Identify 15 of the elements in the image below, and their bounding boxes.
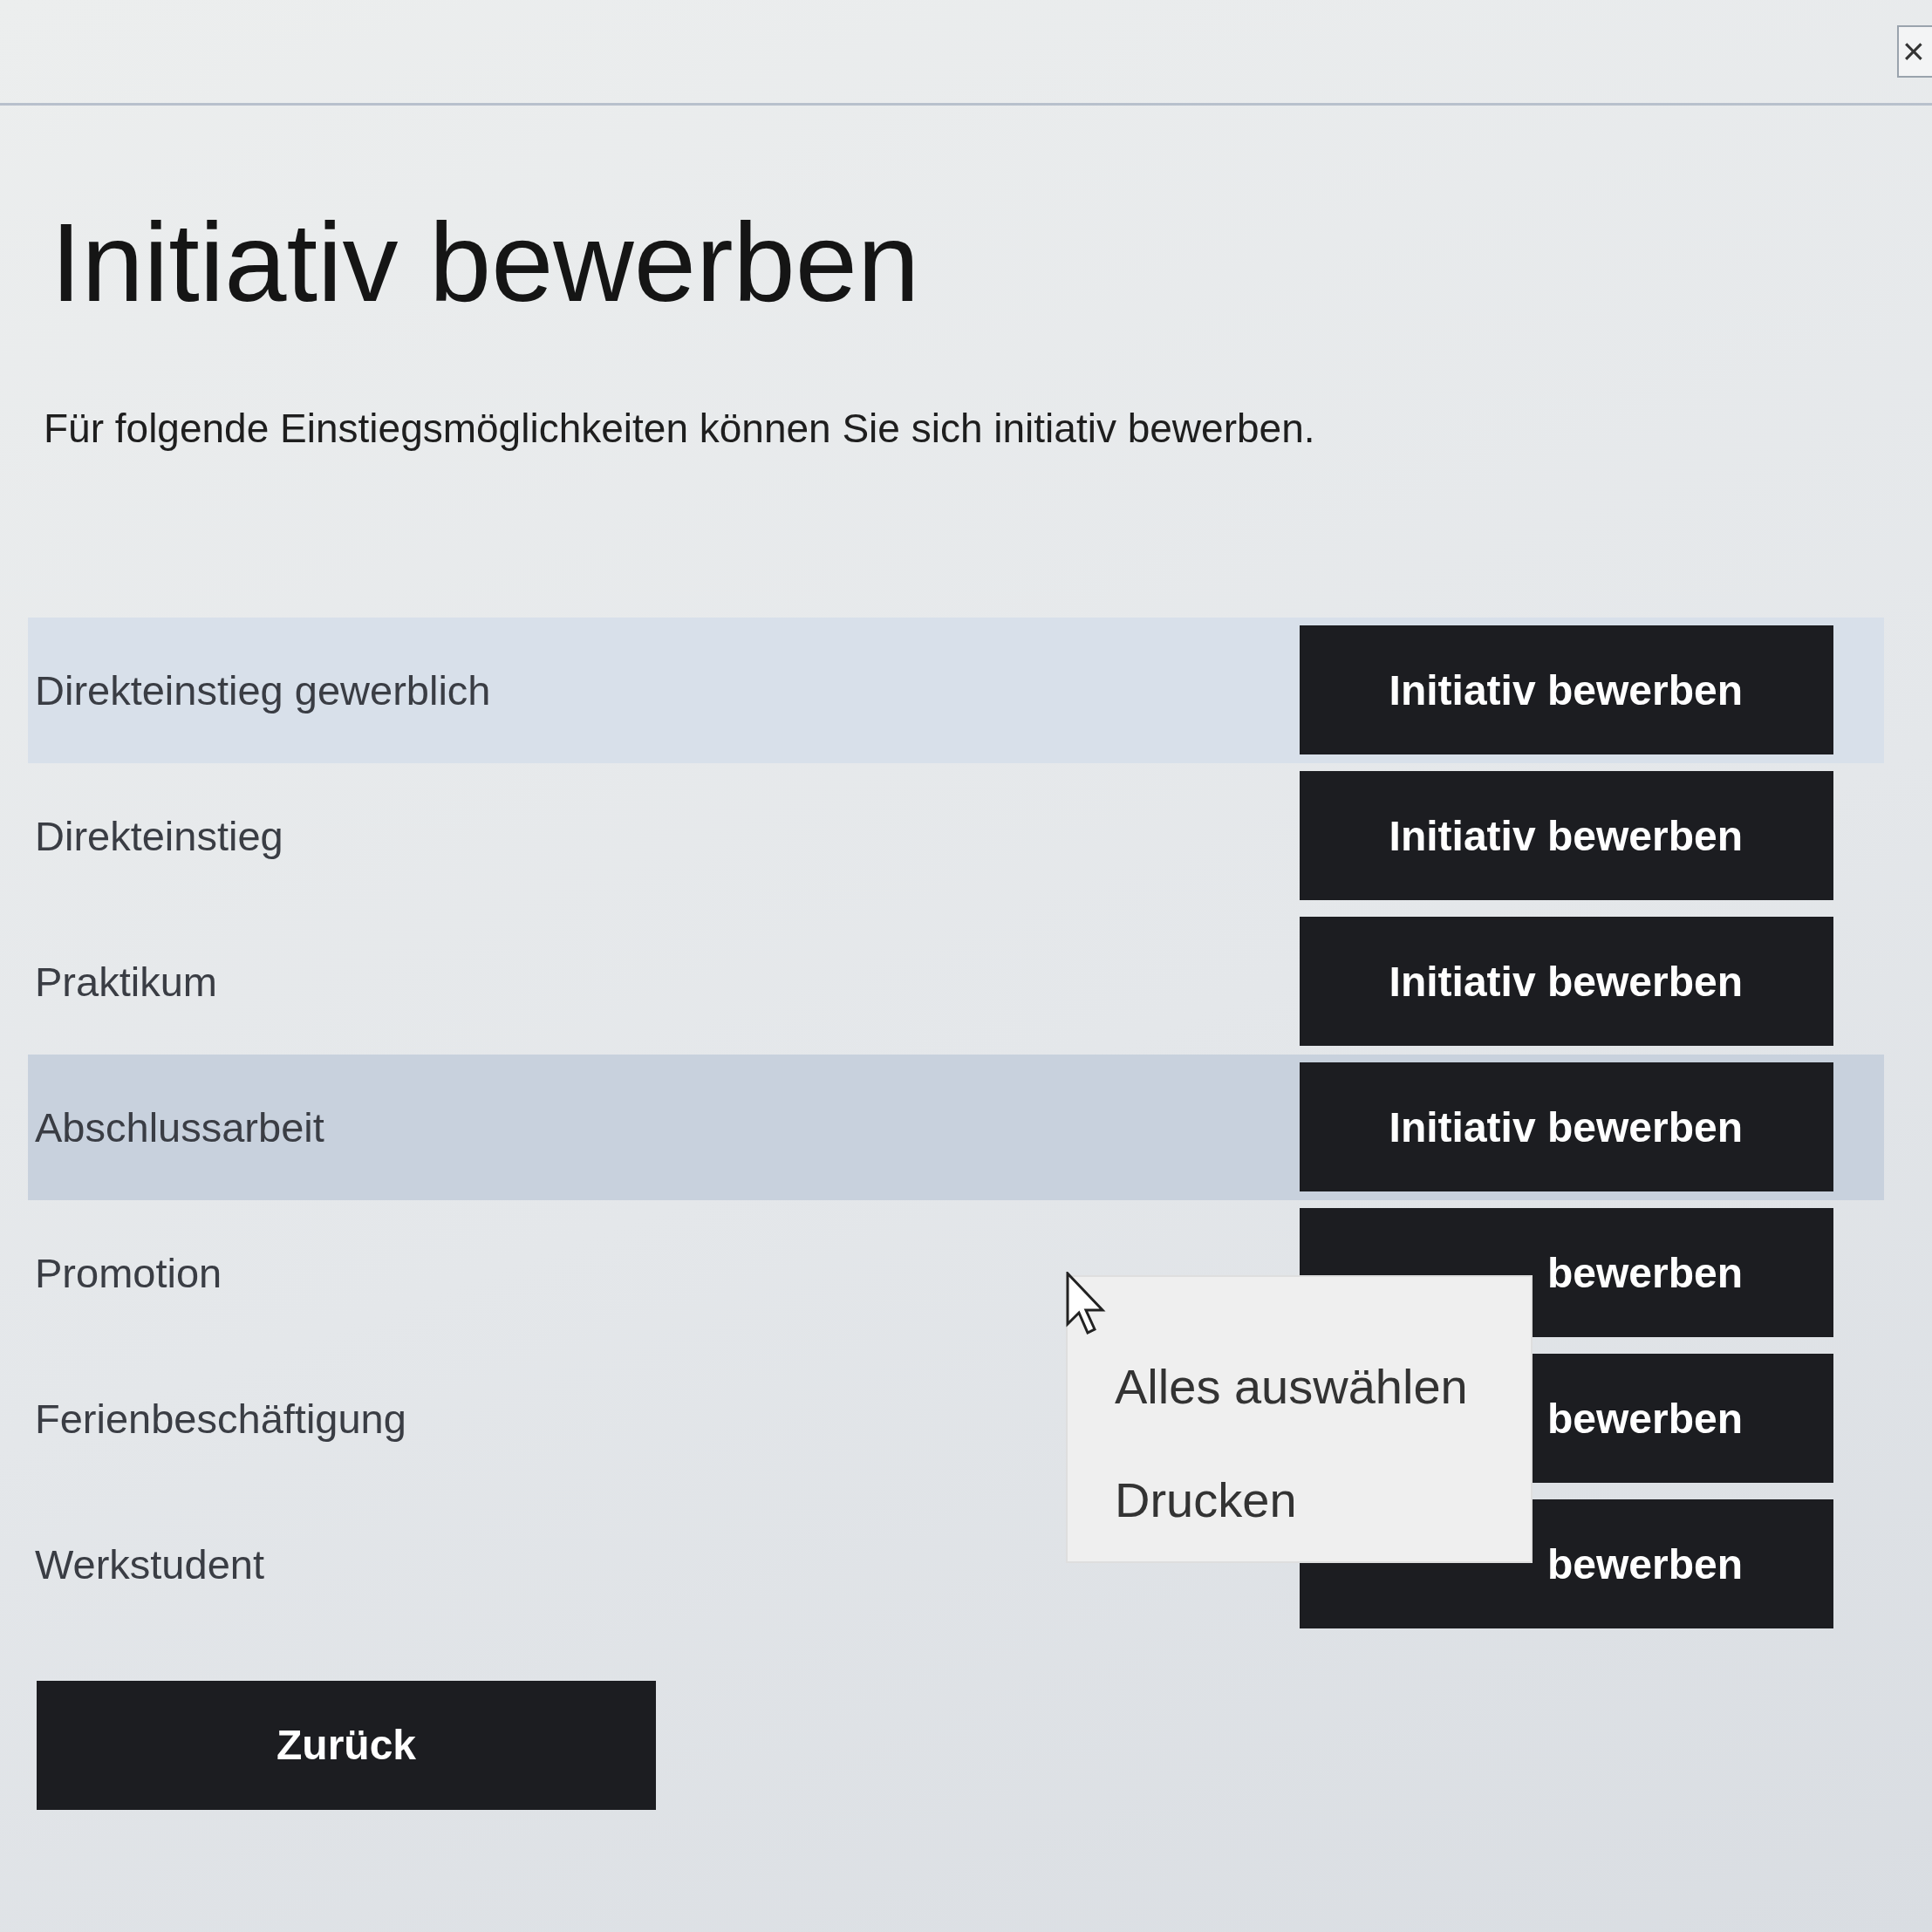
apply-button[interactable]: Initiativ bewerben: [1300, 917, 1833, 1047]
option-label: Direkteinstieg gewerblich: [35, 666, 491, 714]
option-label: Abschlussarbeit: [35, 1103, 324, 1151]
apply-button[interactable]: Initiativ bewerben: [1300, 625, 1833, 755]
intro-text: Für folgende Einstiegsmöglichkeiten können Sie sich initiativ bewerben.: [44, 404, 1316, 452]
option-label: Promotion: [35, 1248, 222, 1297]
option-label: Ferienbeschäftigung: [35, 1394, 406, 1443]
apply-button[interactable]: Initiativ bewerben: [1300, 1062, 1833, 1192]
page-title: Initiativ bewerben: [51, 201, 921, 324]
option-label: Praktikum: [35, 957, 217, 1006]
apply-button[interactable]: Initiativ bewerben: [1300, 771, 1833, 901]
close-button[interactable]: ×: [1897, 25, 1932, 78]
back-button[interactable]: Zurück: [37, 1680, 656, 1810]
option-label: Werkstudent: [35, 1539, 264, 1588]
option-label: Direkteinstieg: [35, 811, 283, 860]
